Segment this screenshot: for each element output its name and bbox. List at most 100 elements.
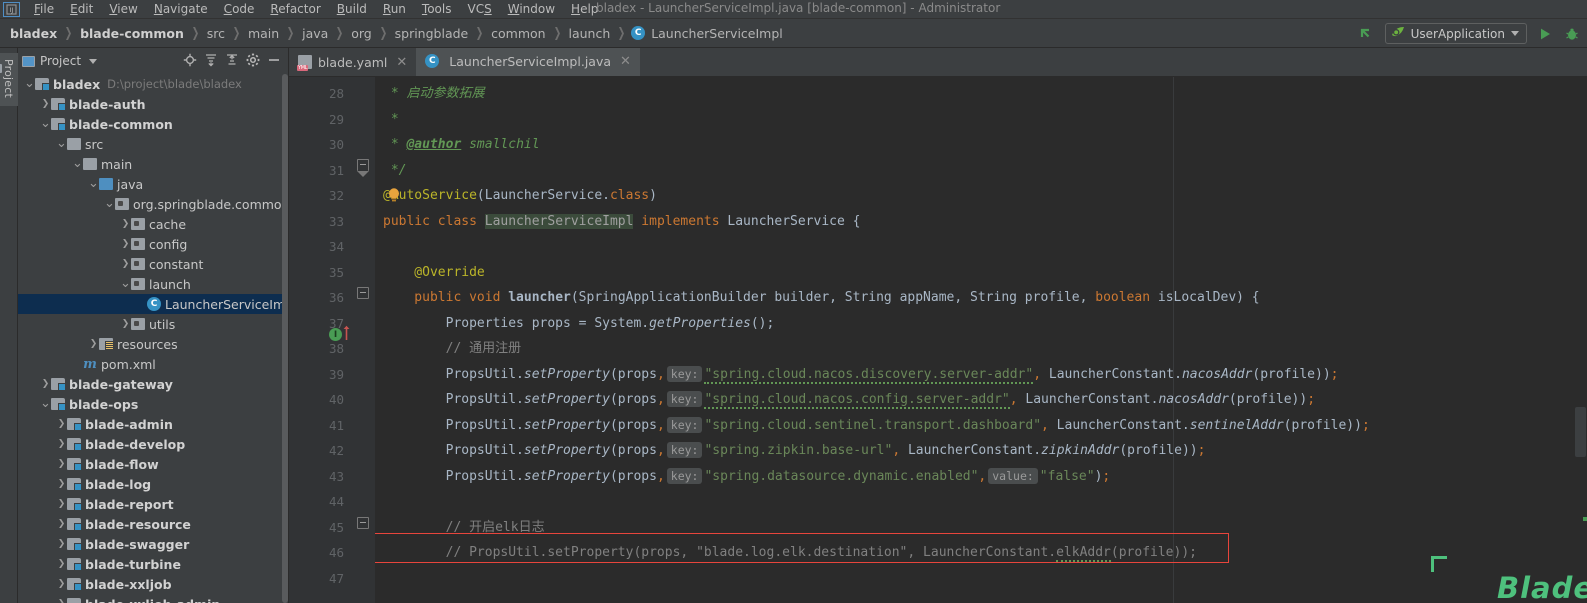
chevron-right-icon[interactable]: ❯ (56, 599, 67, 603)
chevron-right-icon[interactable]: ❯ (56, 579, 67, 589)
tree-item-org-springblade-commo[interactable]: ⌄ org.springblade.commo (18, 194, 288, 214)
fold-marker-method[interactable] (357, 287, 369, 299)
code-line-43[interactable]: PropsUtil.setProperty(props, key: "spring.… (375, 464, 1574, 490)
chevron-right-icon[interactable]: ❯ (56, 499, 67, 509)
gear-icon[interactable] (246, 52, 260, 71)
chevron-down-icon[interactable]: ⌄ (72, 157, 83, 170)
tree-item-blade-gateway[interactable]: ❯ blade-gateway (18, 374, 288, 394)
chevron-down-icon[interactable]: ⌄ (88, 177, 99, 190)
code-line-34[interactable] (375, 234, 1574, 260)
editor-scrollbar[interactable] (1574, 77, 1587, 603)
tree-item-bladex[interactable]: ⌄ bladex D:\project\blade\bladex (18, 74, 288, 94)
chevron-down-icon[interactable] (1511, 31, 1519, 36)
chevron-right-icon[interactable]: ❯ (120, 259, 131, 269)
breadcrumb-item-bladex[interactable]: bladex (8, 26, 59, 41)
tree-item-config[interactable]: ❯ config (18, 234, 288, 254)
tree-item-resources[interactable]: ❯ resources (18, 334, 288, 354)
tree-item-blade-xxljob-admin[interactable]: ❯ blade-xxljob-admin (18, 594, 288, 603)
tree-item-blade-develop[interactable]: ❯ blade-develop (18, 434, 288, 454)
breadcrumb[interactable]: bladex ❯ blade-common ❯ src ❯ main ❯ jav… (8, 26, 785, 41)
tree-item-blade-flow[interactable]: ❯ blade-flow (18, 454, 288, 474)
tree-item-blade-log[interactable]: ❯ blade-log (18, 474, 288, 494)
tree-item-blade-common[interactable]: ⌄ blade-common (18, 114, 288, 134)
breadcrumb-item-src[interactable]: src (205, 26, 227, 41)
editor-tab-launcherserviceimpl-java[interactable]: C LauncherServiceImpl.java ✕ (416, 48, 640, 76)
tool-window-tab-project[interactable]: Project (0, 53, 18, 107)
menu-tools[interactable]: Tools (414, 1, 460, 18)
chevron-right-icon[interactable]: ❯ (120, 219, 131, 229)
tree-item-java[interactable]: ⌄ java (18, 174, 288, 194)
chevron-down-icon[interactable]: ⌄ (40, 397, 51, 410)
hide-icon[interactable] (267, 52, 281, 71)
code-editor[interactable]: * 启动参数拓展 * * @author smallchil */ @AutoS… (375, 77, 1574, 603)
scrollbar-thumb[interactable] (282, 74, 288, 603)
menu-code[interactable]: Code (216, 1, 263, 18)
code-line-33[interactable]: public class LauncherServiceImpl impleme… (375, 209, 1574, 235)
chevron-down-icon[interactable]: ⌄ (120, 277, 131, 290)
chevron-right-icon[interactable]: ❯ (120, 239, 131, 249)
code-line-31[interactable]: */ (375, 158, 1574, 184)
run-configuration-selector[interactable]: UserApplication (1384, 23, 1527, 44)
code-line-44[interactable] (375, 489, 1574, 515)
chevron-right-icon[interactable]: ❯ (56, 479, 67, 489)
chevron-right-icon[interactable]: ❯ (120, 319, 131, 329)
tree-item-blade-swagger[interactable]: ❯ blade-swagger (18, 534, 288, 554)
tree-item-blade-resource[interactable]: ❯ blade-resource (18, 514, 288, 534)
tree-item-utils[interactable]: ❯ utils (18, 314, 288, 334)
tree-item-launch[interactable]: ⌄ launch (18, 274, 288, 294)
code-line-41[interactable]: PropsUtil.setProperty(props, key: "spring.… (375, 413, 1574, 439)
chevron-right-icon[interactable]: ❯ (88, 339, 99, 349)
chevron-right-icon[interactable]: ❯ (56, 519, 67, 529)
chevron-right-icon[interactable]: ❯ (56, 559, 67, 569)
code-line-47[interactable] (375, 566, 1574, 592)
code-line-46[interactable]: // PropsUtil.setProperty(props, "blade.l… (375, 540, 1574, 566)
code-line-35[interactable]: @Override (375, 260, 1574, 286)
override-arrow-icon[interactable] (343, 325, 350, 340)
code-line-42[interactable]: PropsUtil.setProperty(props, key: "spring.… (375, 438, 1574, 464)
implemented-interface-icon[interactable]: I (329, 328, 342, 341)
menu-vcs[interactable]: VCS (460, 1, 500, 18)
tree-item-launcherserviceim[interactable]: C LauncherServiceIm (18, 294, 288, 314)
tree-item-blade-auth[interactable]: ❯ blade-auth (18, 94, 288, 114)
menu-refactor[interactable]: Refactor (262, 1, 328, 18)
expand-all-icon[interactable] (204, 52, 218, 71)
code-line-30[interactable]: * @author smallchil (375, 132, 1574, 158)
breadcrumb-item-org[interactable]: org (349, 26, 374, 41)
menu-run[interactable]: Run (375, 1, 414, 18)
menu-navigate[interactable]: Navigate (146, 1, 216, 18)
menu-window[interactable]: Window (500, 1, 563, 18)
tree-item-blade-ops[interactable]: ⌄ blade-ops (18, 394, 288, 414)
breadcrumb-item-launch[interactable]: launch (567, 26, 613, 41)
code-line-38[interactable]: // 通用注册 (375, 336, 1574, 362)
chevron-down-icon[interactable]: ⌄ (40, 117, 51, 130)
back-arrow-icon[interactable] (1358, 25, 1376, 43)
code-line-36[interactable]: public void launcher(SpringApplicationBu… (375, 285, 1574, 311)
code-line-37[interactable]: Properties props = System.getProperties(… (375, 311, 1574, 337)
code-line-45[interactable]: // 开启elk日志 (375, 515, 1574, 541)
code-line-32[interactable]: @AutoService(LauncherService.class) (375, 183, 1574, 209)
chevron-down-icon[interactable]: ⌄ (24, 77, 35, 90)
project-tree[interactable]: ⌄ bladex D:\project\blade\bladex ❯ blade-aut… (18, 74, 288, 603)
breadcrumb-item-blade-common[interactable]: blade-common (78, 26, 186, 41)
tree-item-src[interactable]: ⌄ src (18, 134, 288, 154)
tree-item-blade-turbine[interactable]: ❯ blade-turbine (18, 554, 288, 574)
close-icon[interactable]: ✕ (620, 54, 631, 69)
menu-build[interactable]: Build (329, 1, 375, 18)
chevron-right-icon[interactable]: ❯ (40, 379, 51, 389)
tree-item-blade-report[interactable]: ❯ blade-report (18, 494, 288, 514)
code-folding-column[interactable] (351, 77, 375, 603)
tree-item-main[interactable]: ⌄ main (18, 154, 288, 174)
chevron-right-icon[interactable]: ❯ (40, 99, 51, 109)
code-line-29[interactable]: * (375, 107, 1574, 133)
chevron-down-icon[interactable] (89, 58, 98, 64)
tree-item-constant[interactable]: ❯ constant (18, 254, 288, 274)
chevron-down-icon[interactable]: ⌄ (104, 197, 115, 210)
locate-icon[interactable] (183, 52, 197, 71)
menu-file[interactable]: File (26, 1, 62, 18)
code-line-40[interactable]: PropsUtil.setProperty(props, key: "spring.… (375, 387, 1574, 413)
breadcrumb-item-launcherserviceimpl[interactable]: LauncherServiceImpl (649, 26, 785, 41)
breadcrumb-item-springblade[interactable]: springblade (393, 26, 471, 41)
chevron-right-icon[interactable]: ❯ (56, 539, 67, 549)
tree-item-cache[interactable]: ❯ cache (18, 214, 288, 234)
run-icon[interactable] (1536, 25, 1554, 43)
